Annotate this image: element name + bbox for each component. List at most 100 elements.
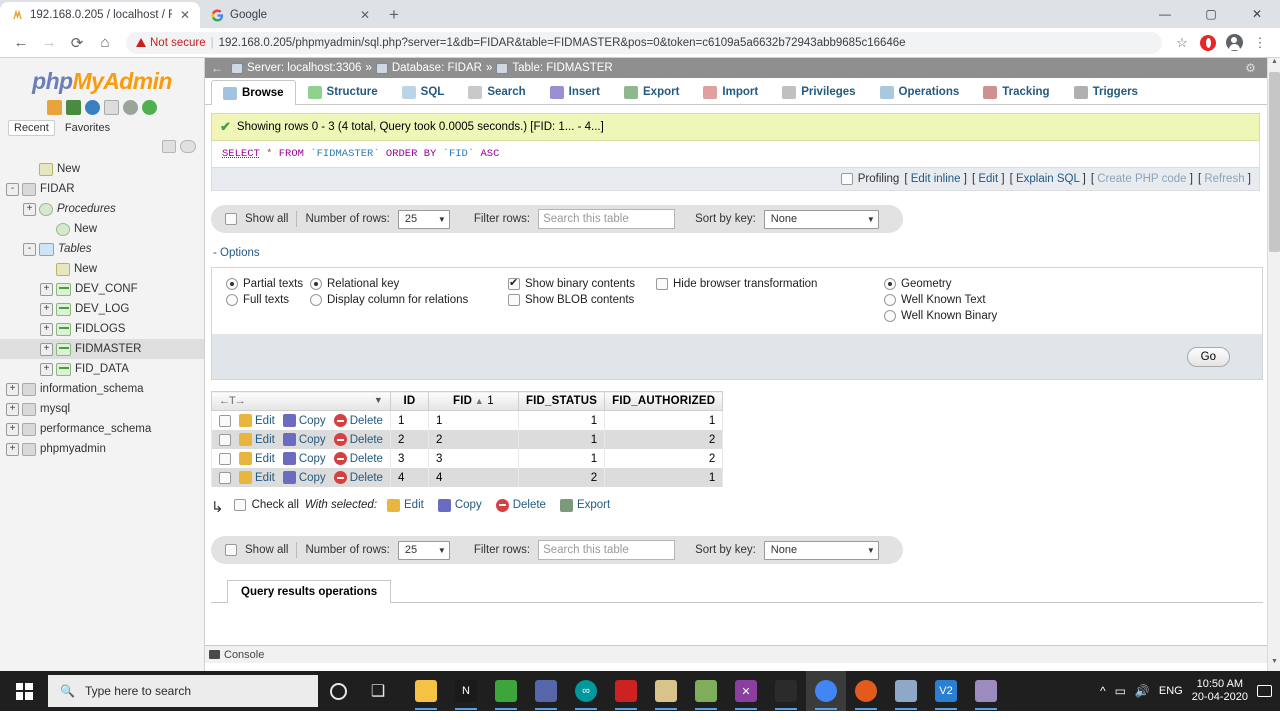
sql-action-edit-inline[interactable]: [ Edit inline ] — [904, 173, 967, 185]
tree-node-mysql[interactable]: + mysql — [0, 399, 204, 419]
row-select-checkbox[interactable] — [219, 471, 231, 484]
cell-fid_status[interactable]: 2 — [517, 468, 606, 487]
expand-icon[interactable]: + — [40, 302, 53, 316]
page-scrollbar[interactable]: ▲ ▼ — [1267, 58, 1280, 671]
tree-node-fidar[interactable]: - FIDAR — [0, 179, 204, 199]
minimize-button[interactable]: — — [1142, 0, 1188, 28]
scroll-down-arrow-icon[interactable]: ▼ — [1268, 658, 1280, 671]
collapse-icon[interactable]: - — [23, 242, 36, 256]
task-view-icon[interactable]: ❑ — [358, 671, 398, 711]
check-all-label[interactable]: Check all — [252, 499, 299, 511]
recent-tab[interactable]: Recent — [8, 120, 55, 136]
tab-browse[interactable]: Browse — [211, 80, 296, 105]
move-columns-icon[interactable]: ←T→ — [219, 395, 246, 407]
sort-by-key-select-top[interactable]: None ▼ — [763, 209, 879, 229]
row-edit-action[interactable]: Edit — [239, 414, 275, 427]
menu-icon[interactable]: ⋮ — [1248, 31, 1272, 55]
table-row[interactable]: Edit Copy Delete 2 2 1 2 — [211, 430, 724, 449]
taskbar-green-app[interactable] — [486, 671, 526, 711]
column-header-fid[interactable]: FID ▲ 1 — [427, 391, 519, 411]
start-button[interactable] — [0, 671, 48, 711]
taskbar-tools-app[interactable] — [886, 671, 926, 711]
taskbar-file-explorer[interactable] — [406, 671, 446, 711]
new-tab-button[interactable]: + — [380, 2, 408, 28]
cell-id[interactable]: 1 — [389, 410, 429, 430]
tab-structure[interactable]: Structure — [296, 79, 390, 104]
taskbar-chrome-app[interactable] — [806, 671, 846, 711]
option-geometry[interactable]: Geometry — [884, 278, 1044, 290]
language-indicator[interactable]: ENG — [1159, 685, 1183, 697]
docs-icon[interactable] — [104, 100, 119, 115]
profiling-checkbox[interactable] — [840, 173, 853, 185]
tree-node-tables[interactable]: - Tables — [0, 239, 204, 259]
tab-privileges[interactable]: Privileges — [770, 79, 867, 104]
expand-icon[interactable]: + — [40, 322, 53, 336]
breadcrumb-database[interactable]: Database: FIDAR — [392, 62, 482, 74]
not-secure-indicator[interactable]: Not secure — [136, 37, 206, 49]
row-delete-action[interactable]: Delete — [333, 471, 383, 484]
tree-node-procedures[interactable]: + Procedures — [0, 199, 204, 219]
forward-button[interactable]: → — [36, 30, 62, 56]
row-select-checkbox[interactable] — [219, 414, 231, 427]
tree-node-fidlogs[interactable]: + FIDLOGS — [0, 319, 204, 339]
tab-search[interactable]: Search — [456, 79, 537, 104]
tree-node-information_schema[interactable]: + information_schema — [0, 379, 204, 399]
show-all-checkbox-top[interactable] — [225, 213, 237, 225]
cell-fid[interactable]: 4 — [427, 468, 519, 487]
opera-icon[interactable] — [1196, 31, 1220, 55]
taskbar-editor-app[interactable] — [686, 671, 726, 711]
expand-icon[interactable]: + — [6, 422, 19, 436]
column-header-fid_status[interactable]: FID_STATUS — [517, 391, 606, 411]
cell-fid[interactable]: 2 — [427, 430, 519, 449]
link-toggle-icon[interactable] — [180, 140, 196, 153]
option-display-column-for-relations[interactable]: Display column for relations — [310, 294, 490, 306]
volume-icon[interactable]: 🔊 — [1135, 684, 1150, 698]
tree-node-phpmyadmin[interactable]: + phpmyadmin — [0, 439, 204, 459]
expand-icon[interactable]: + — [40, 362, 53, 376]
home-icon[interactable] — [47, 100, 62, 115]
tray-chevron-icon[interactable]: ^ — [1100, 684, 1106, 698]
table-row[interactable]: Edit Copy Delete 3 3 1 2 — [211, 449, 724, 468]
row-copy-action[interactable]: Copy — [282, 414, 326, 427]
table-row[interactable]: Edit Copy Delete 4 4 2 1 — [211, 468, 724, 487]
battery-icon[interactable]: ▭ — [1115, 684, 1126, 698]
phpmyadmin-logo[interactable]: phpMyAdmin — [0, 64, 204, 97]
row-copy-action[interactable]: Copy — [282, 471, 326, 484]
expand-icon[interactable]: + — [40, 282, 53, 296]
cell-fid_authorized[interactable]: 2 — [604, 430, 724, 449]
tab-operations[interactable]: Operations — [868, 79, 972, 104]
column-header-id[interactable]: ID — [389, 391, 429, 411]
tree-node-fid_data[interactable]: + FID_DATA — [0, 359, 204, 379]
options-go-button[interactable]: Go — [1186, 346, 1230, 367]
query-results-operations-tab[interactable]: Query results operations — [227, 580, 392, 603]
with-selected-export[interactable]: Export — [559, 498, 610, 512]
checkbox[interactable] — [656, 278, 668, 290]
row-select-checkbox[interactable] — [219, 433, 231, 446]
taskbar-v2-app[interactable]: V2 — [926, 671, 966, 711]
tree-node-dev_log[interactable]: + DEV_LOG — [0, 299, 204, 319]
show-all-checkbox-bottom[interactable] — [225, 544, 237, 556]
option-full-texts[interactable]: Full texts — [226, 294, 310, 306]
cell-id[interactable]: 3 — [389, 449, 429, 468]
scrollbar-thumb[interactable] — [1269, 72, 1280, 252]
radio-button[interactable] — [884, 310, 896, 322]
checkbox[interactable] — [508, 276, 520, 290]
tab-triggers[interactable]: Triggers — [1062, 79, 1150, 104]
checkbox[interactable] — [508, 294, 520, 306]
check-all-checkbox[interactable] — [233, 499, 246, 511]
option-hide-browser-transformation[interactable]: Hide browser transformation — [656, 278, 856, 290]
radio-button[interactable] — [310, 294, 322, 306]
sql-action-explain-sql[interactable]: [ Explain SQL ] — [1010, 173, 1086, 185]
option-relational-key[interactable]: Relational key — [310, 278, 490, 290]
collapse-all-icon[interactable] — [162, 140, 176, 153]
option-well-known-text[interactable]: Well Known Text — [884, 294, 1044, 306]
taskbar-visual-studio-app[interactable]: ✕ — [726, 671, 766, 711]
notifications-icon[interactable] — [1257, 685, 1272, 697]
close-window-button[interactable]: ✕ — [1234, 0, 1280, 28]
sql-action-refresh[interactable]: [ Refresh ] — [1198, 173, 1251, 185]
taskbar-firefox-app[interactable] — [846, 671, 886, 711]
row-delete-action[interactable]: Delete — [333, 414, 383, 427]
sidebar-collapse-icon[interactable]: ← — [211, 61, 226, 75]
row-delete-action[interactable]: Delete — [333, 452, 383, 465]
settings-icon[interactable] — [123, 100, 138, 115]
